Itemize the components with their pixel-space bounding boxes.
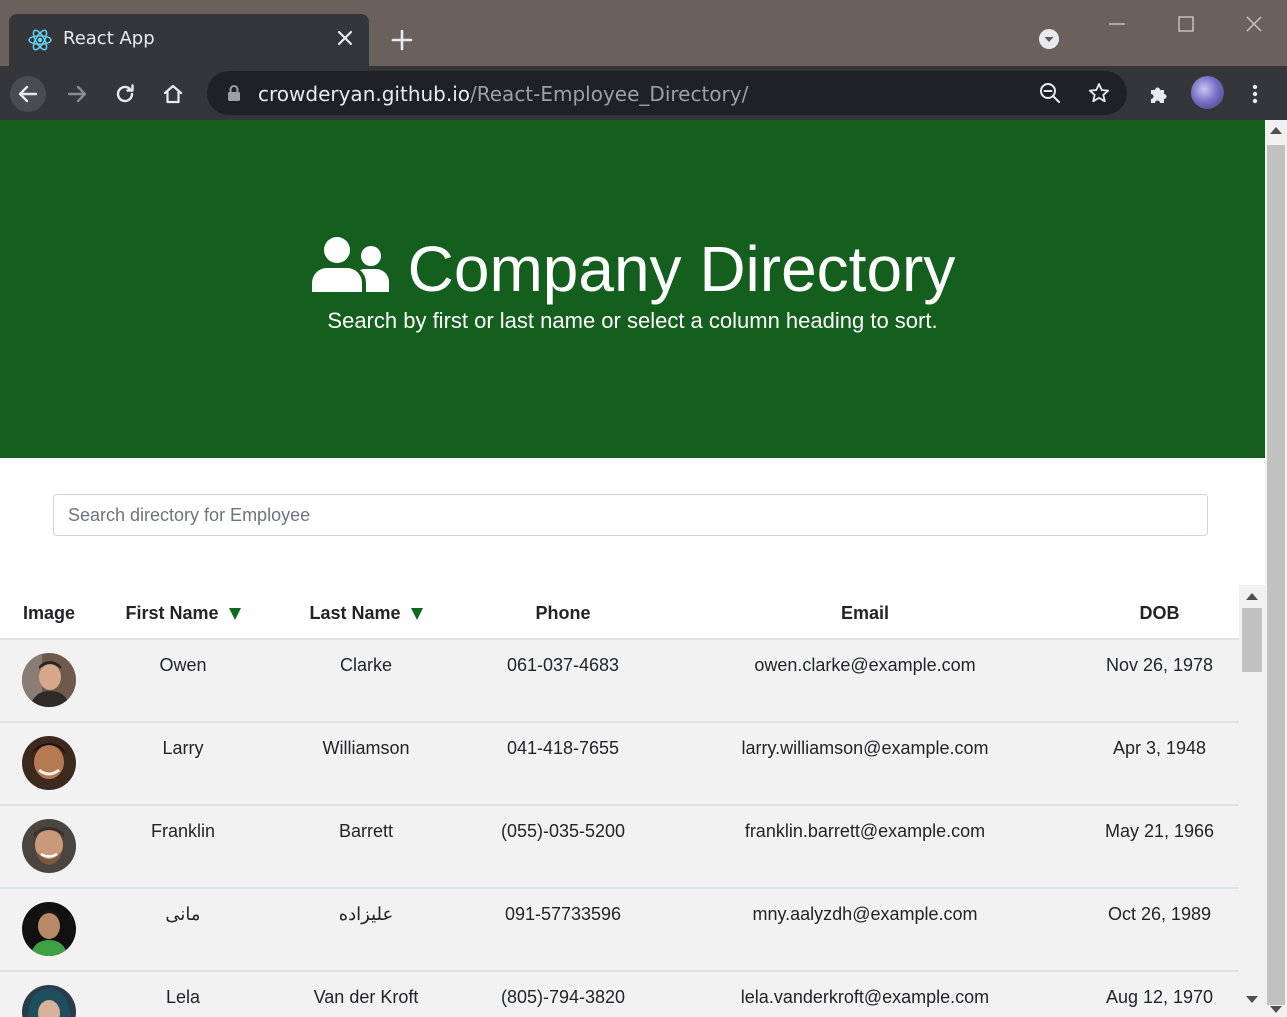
header-dob: DOB <box>1080 585 1239 640</box>
home-icon <box>163 84 183 104</box>
cell-phone: 091-57733596 <box>476 888 650 972</box>
table-scrollbar[interactable] <box>1239 585 1265 1017</box>
page-subtitle: Search by first or last name or select a… <box>327 308 938 333</box>
employee-avatar <box>22 902 76 956</box>
sort-desc-icon[interactable] <box>228 608 241 621</box>
cell-image <box>0 971 110 1017</box>
browser-tab[interactable]: React App <box>9 14 369 66</box>
cell-first-name: مانی <box>110 888 256 972</box>
more-vert-icon <box>1252 84 1258 104</box>
cell-first-name: Owen <box>110 639 256 723</box>
page-title: Company Directory <box>0 224 1265 309</box>
cell-dob: May 21, 1966 <box>1080 805 1239 889</box>
cell-email: mny.aalyzdh@example.com <box>650 888 1080 972</box>
scroll-down-icon[interactable] <box>1270 1006 1282 1013</box>
cell-image <box>0 639 110 723</box>
home-button[interactable] <box>155 76 191 112</box>
url-text: crowderyan.github.io/React-Employee_Dire… <box>258 82 749 106</box>
cell-email: owen.clarke@example.com <box>650 639 1080 723</box>
cell-phone: 041-418-7655 <box>476 722 650 806</box>
cell-first-name: Franklin <box>110 805 256 889</box>
employee-table: Image First Name Last Name Phone Email D… <box>0 585 1239 1017</box>
table-row: Franklin Barrett (055)-035-5200 franklin… <box>0 805 1239 889</box>
employee-avatar <box>22 653 76 707</box>
cell-image <box>0 888 110 972</box>
cell-last-name: علیزاده <box>256 888 476 972</box>
header-first-name[interactable]: First Name <box>110 585 256 640</box>
maximize-icon[interactable] <box>1174 12 1198 36</box>
sort-desc-icon[interactable] <box>410 608 423 621</box>
employee-avatar <box>22 736 76 790</box>
cell-phone: 061-037-4683 <box>476 639 650 723</box>
forward-button[interactable] <box>59 76 95 112</box>
page-viewport: Company Directory Search by first or las… <box>0 120 1287 1017</box>
minimize-icon[interactable] <box>1105 12 1129 36</box>
reload-button[interactable] <box>107 76 143 112</box>
header-first-name-label: First Name <box>125 603 219 623</box>
cell-email: lela.vanderkroft@example.com <box>650 971 1080 1017</box>
search-input[interactable] <box>53 494 1208 536</box>
page-scrollbar-thumb[interactable] <box>1267 145 1285 1005</box>
table-row: مانی علیزاده 091-57733596 mny.aalyzdh@ex… <box>0 888 1239 972</box>
address-bar[interactable]: crowderyan.github.io/React-Employee_Dire… <box>207 71 1127 115</box>
cell-email: larry.williamson@example.com <box>650 722 1080 806</box>
users-icon <box>311 237 389 293</box>
cell-first-name: Larry <box>110 722 256 806</box>
extensions-button[interactable] <box>1141 76 1177 112</box>
cell-dob: Nov 26, 1978 <box>1080 639 1239 723</box>
back-button[interactable] <box>10 76 46 112</box>
table-header-row: Image First Name Last Name Phone Email D… <box>0 585 1239 640</box>
lock-icon <box>228 85 240 101</box>
cell-email: franklin.barrett@example.com <box>650 805 1080 889</box>
hero-banner: Company Directory Search by first or las… <box>0 120 1265 458</box>
header-last-name-label: Last Name <box>309 603 401 623</box>
cell-dob: Oct 26, 1989 <box>1080 888 1239 972</box>
scroll-up-icon[interactable] <box>1270 127 1282 134</box>
puzzle-icon <box>1151 87 1167 103</box>
table-row: Owen Clarke 061-037-4683 owen.clarke@exa… <box>0 639 1239 723</box>
arrow-right-icon <box>67 85 87 103</box>
header-image: Image <box>0 585 110 640</box>
zoom-icon[interactable] <box>1039 82 1061 104</box>
cell-phone: (055)-035-5200 <box>476 805 650 889</box>
header-phone: Phone <box>476 585 650 640</box>
new-tab-icon[interactable] <box>388 26 416 54</box>
cell-last-name: Williamson <box>256 722 476 806</box>
browser-toolbar: crowderyan.github.io/React-Employee_Dire… <box>0 66 1287 120</box>
tab-title: React App <box>63 28 155 49</box>
close-window-icon[interactable] <box>1242 12 1266 36</box>
profile-avatar[interactable] <box>1191 76 1224 109</box>
cell-first-name: Lela <box>110 971 256 1017</box>
cell-last-name: Van der Kroft <box>256 971 476 1017</box>
close-tab-icon[interactable] <box>333 26 357 50</box>
bookmark-star-icon[interactable] <box>1088 82 1110 104</box>
cell-last-name: Clarke <box>256 639 476 723</box>
table-row: Larry Williamson 041-418-7655 larry.will… <box>0 722 1239 806</box>
react-logo-icon <box>28 29 52 51</box>
header-last-name[interactable]: Last Name <box>256 585 476 640</box>
cell-image <box>0 722 110 806</box>
employee-avatar <box>22 985 76 1017</box>
cell-image <box>0 805 110 889</box>
employee-table-container: Image First Name Last Name Phone Email D… <box>0 585 1265 1017</box>
cell-phone: (805)-794-3820 <box>476 971 650 1017</box>
tab-search-icon[interactable] <box>1038 28 1060 50</box>
scroll-down-icon[interactable] <box>1246 996 1258 1003</box>
cell-last-name: Barrett <box>256 805 476 889</box>
reload-icon <box>116 84 134 103</box>
arrow-left-icon <box>18 85 38 103</box>
menu-button[interactable] <box>1237 76 1273 112</box>
browser-titlebar: React App <box>0 0 1287 66</box>
employee-avatar <box>22 819 76 873</box>
header-email: Email <box>650 585 1080 640</box>
cell-dob: Apr 3, 1948 <box>1080 722 1239 806</box>
cell-dob: Aug 12, 1970 <box>1080 971 1239 1017</box>
page-scrollbar[interactable] <box>1265 120 1287 1017</box>
scroll-up-icon[interactable] <box>1246 593 1258 600</box>
table-row: Lela Van der Kroft (805)-794-3820 lela.v… <box>0 971 1239 1017</box>
table-scrollbar-thumb[interactable] <box>1242 608 1262 672</box>
